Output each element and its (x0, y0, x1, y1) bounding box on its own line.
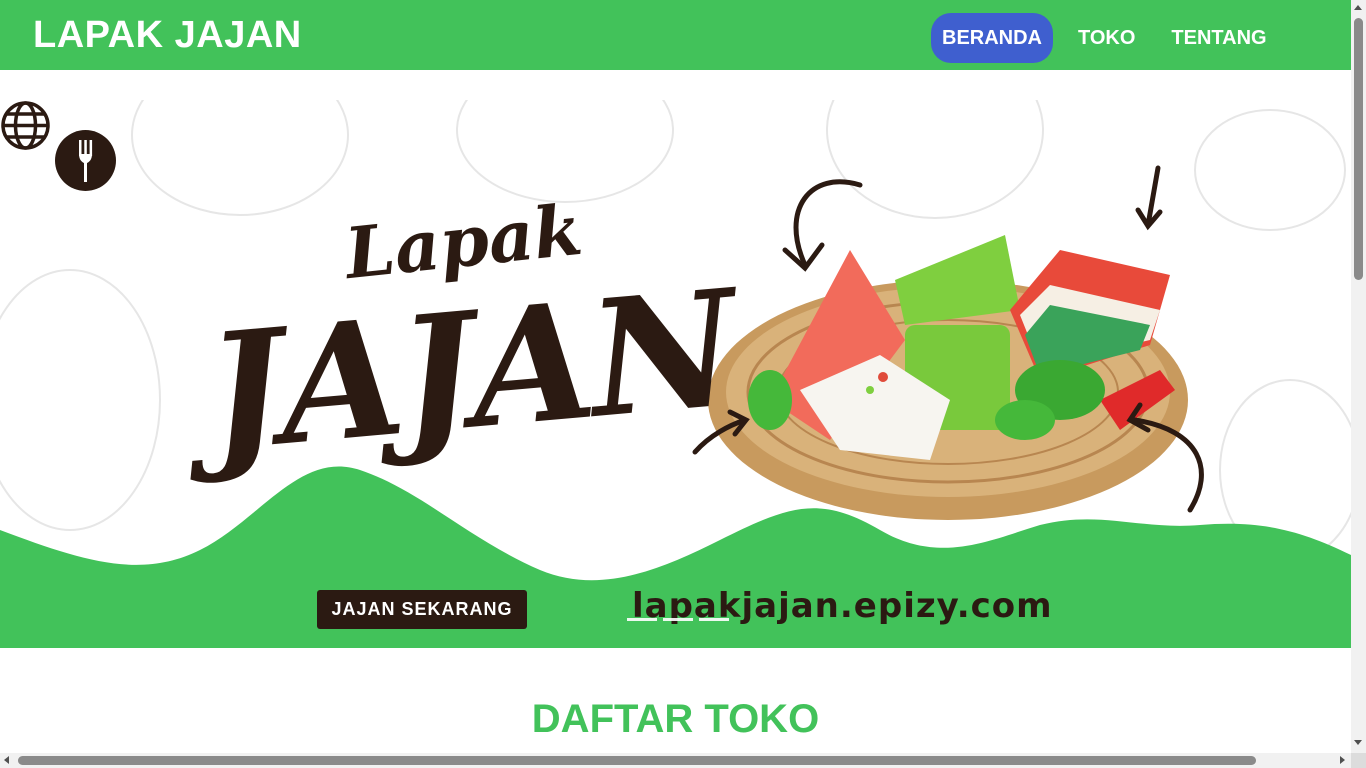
vertical-scrollbar[interactable] (1351, 0, 1366, 768)
jajan-sekarang-button[interactable]: JAJAN SEKARANG (317, 590, 527, 629)
hero-banner-carousel[interactable]: Lapak JAJAN JAJAN SEKARANG lapakjajan.ep… (0, 100, 1351, 648)
section-title-daftar-toko: DAFTAR TOKO (531, 697, 820, 741)
nav-link-tentang[interactable]: TENTANG (1160, 13, 1277, 63)
scroll-left-arrow-icon[interactable] (4, 756, 9, 764)
vertical-scroll-thumb[interactable] (1354, 18, 1363, 280)
horizontal-scroll-thumb[interactable] (18, 756, 1256, 765)
carousel-indicators (627, 618, 729, 621)
carousel-indicator-1[interactable] (627, 618, 657, 621)
horizontal-scrollbar[interactable] (0, 753, 1351, 768)
food-basket-image (708, 235, 1188, 520)
nav-link-toko[interactable]: TOKO (1067, 13, 1146, 63)
top-navbar: LAPAK JAJAN BERANDA TOKO TENTANG (0, 0, 1351, 70)
carousel-indicator-2[interactable] (663, 618, 693, 621)
brand-logo-text[interactable]: LAPAK JAJAN (33, 14, 302, 57)
scroll-right-arrow-icon[interactable] (1340, 756, 1345, 764)
carousel-indicator-3[interactable] (699, 618, 729, 621)
scroll-down-arrow-icon[interactable] (1354, 740, 1362, 745)
nav-menu: BERANDA TOKO TENTANG (931, 13, 1292, 63)
nav-link-beranda[interactable]: BERANDA (931, 13, 1053, 63)
scroll-up-arrow-icon[interactable] (1354, 5, 1362, 10)
scrollbar-corner (1351, 753, 1366, 768)
fork-icon (79, 140, 93, 182)
fork-logo-badge (55, 130, 116, 191)
globe-icon (1, 101, 50, 150)
